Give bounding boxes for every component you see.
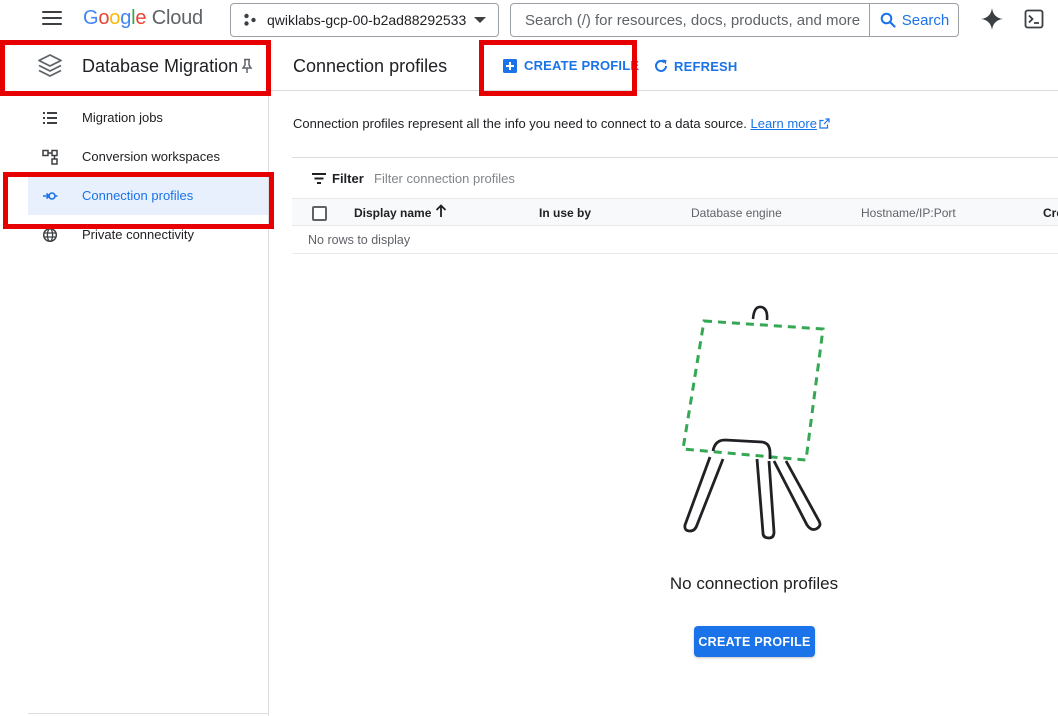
learn-more-link[interactable]: Learn more [750, 116, 816, 131]
sidebar-item-label: Conversion workspaces [82, 149, 221, 164]
page-title: Connection profiles [293, 56, 448, 76]
empty-state-title: No connection profiles [669, 574, 839, 593]
logo-letter: g [120, 7, 132, 29]
column-header-hostname[interactable]: Hostname/IP:Port [861, 206, 956, 220]
page-header: Connection profiles CREATE PROFILE REFRE… [269, 40, 1058, 91]
sidebar: Database Migration Migration jobs Conver… [0, 40, 269, 716]
sidebar-item-label: Private connectivity [82, 227, 194, 242]
search-bar: Search [510, 3, 959, 37]
search-button-label: Search [901, 11, 950, 29]
globe-icon [42, 227, 58, 243]
column-header-display-name[interactable]: Display name [354, 206, 431, 220]
column-header-in-use-by[interactable]: In use by [539, 206, 591, 220]
cloud-shell-icon[interactable] [1024, 9, 1044, 29]
external-link-icon [819, 118, 830, 129]
refresh-button[interactable]: REFRESH [653, 58, 738, 74]
workspace-icon [42, 149, 58, 165]
chevron-down-icon [474, 17, 486, 23]
highlight-box-connection-profiles [3, 172, 274, 229]
column-header-database-engine[interactable]: Database engine [691, 206, 782, 220]
description-text: Connection profiles represent all the in… [293, 116, 747, 131]
empty-table-text: No rows to display [308, 233, 411, 247]
refresh-label: REFRESH [674, 58, 738, 74]
sidebar-item-migration-jobs[interactable]: Migration jobs [0, 98, 268, 137]
filter-input[interactable] [374, 167, 674, 189]
table-empty-row: No rows to display [292, 226, 1058, 254]
divider [28, 713, 268, 714]
list-icon [43, 112, 57, 124]
top-bar: Google Cloud qwiklabs-gcp-00-b2ad8829253… [0, 0, 1058, 40]
filter-icon[interactable] [312, 173, 326, 184]
search-button[interactable]: Search [869, 4, 959, 36]
logo-letter: o [98, 7, 110, 29]
logo-letter: e [135, 7, 147, 29]
table-header: Display name In use by Database engine H… [292, 198, 1058, 226]
page-description: Connection profiles represent all the in… [293, 116, 830, 131]
refresh-icon [655, 59, 667, 72]
empty-easel-illustration [681, 305, 825, 540]
empty-state-create-profile-button[interactable]: CREATE PROFILE [694, 626, 815, 657]
filter-bar: Filter [292, 157, 1058, 198]
logo-letter: G [83, 7, 99, 29]
project-icon [244, 13, 256, 26]
search-input[interactable] [511, 4, 869, 36]
filter-label: Filter [332, 171, 364, 186]
sidebar-item-conversion-workspaces[interactable]: Conversion workspaces [0, 137, 268, 176]
profiles-table: Filter Display name In use by Database e… [292, 157, 1058, 254]
main-content: Connection profiles CREATE PROFILE REFRE… [269, 40, 1058, 716]
search-icon [880, 12, 896, 28]
select-all-checkbox[interactable] [312, 206, 327, 221]
sort-ascending-icon[interactable] [435, 204, 447, 218]
column-header-created[interactable]: Cre [1043, 206, 1058, 220]
logo-letter: o [109, 7, 121, 29]
google-cloud-logo[interactable]: Google Cloud [83, 7, 203, 30]
gemini-sparkle-icon[interactable] [980, 7, 1004, 31]
project-name: qwiklabs-gcp-00-b2ad88292533 [267, 12, 467, 28]
sidebar-item-label: Migration jobs [82, 110, 163, 125]
main-menu-icon[interactable] [42, 11, 62, 27]
project-picker[interactable]: qwiklabs-gcp-00-b2ad88292533 [230, 3, 499, 37]
highlight-box-create-profile [479, 40, 637, 96]
highlight-box-product-title [0, 40, 271, 96]
logo-cloud-text: Cloud [151, 7, 203, 29]
